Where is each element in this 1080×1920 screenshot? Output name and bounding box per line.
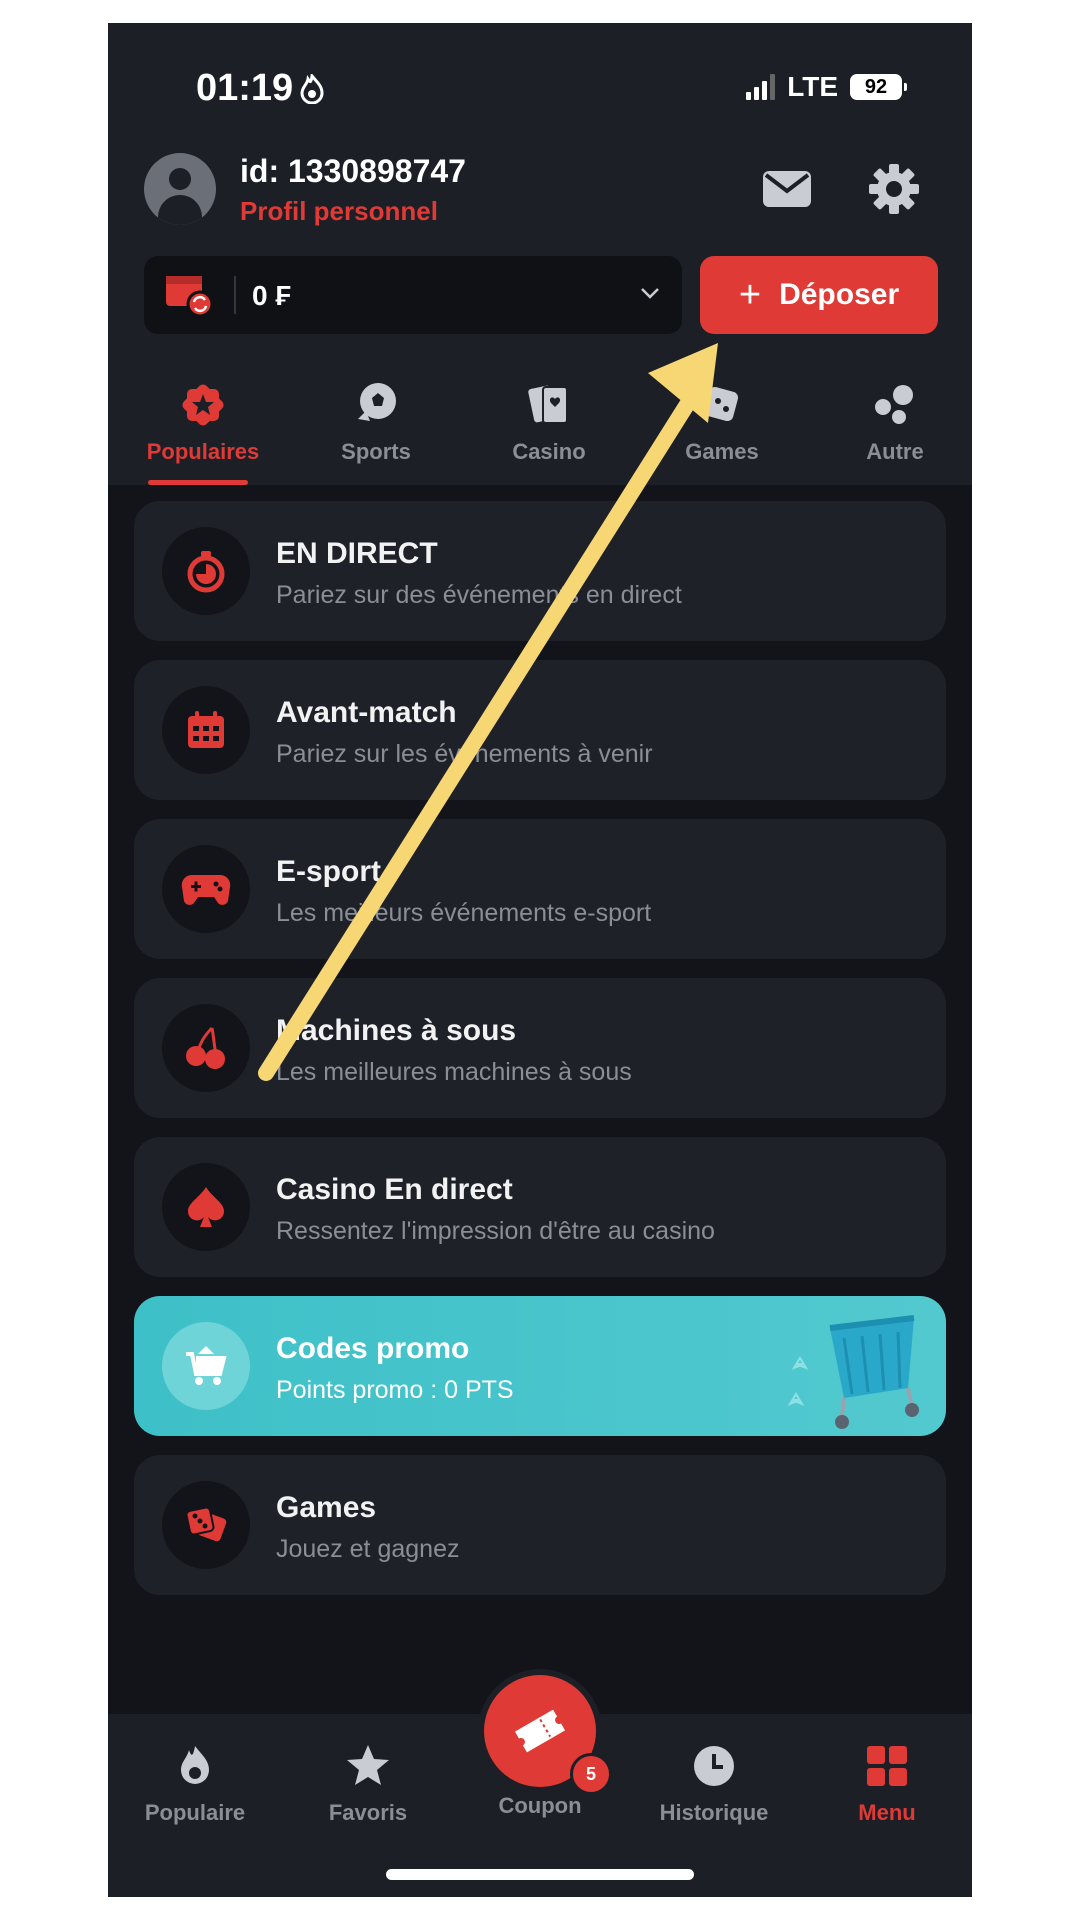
soccer-ball-icon xyxy=(358,383,396,421)
star-icon xyxy=(347,1745,389,1785)
cards-icon xyxy=(528,385,568,424)
balance-value: 0 ₣ xyxy=(252,280,291,311)
menu-item-title: EN DIRECT xyxy=(276,537,438,570)
tab-label: Casino xyxy=(512,439,586,464)
menu-item-title: Codes promo xyxy=(276,1332,470,1365)
menu-item-casino-en-direct[interactable]: Casino En direct Ressentez l'impression … xyxy=(134,1137,946,1277)
cart-icon xyxy=(186,1346,227,1385)
menu-item-title: Games xyxy=(276,1491,377,1524)
clock-icon xyxy=(694,1746,734,1786)
nav-favoris[interactable]: Favoris xyxy=(288,1742,448,1826)
status-time-text: 01:19 xyxy=(196,67,294,109)
nav-label: Populaire xyxy=(144,1800,246,1825)
signal-icon xyxy=(746,74,776,100)
user-id: id: 1330898747 xyxy=(240,153,466,189)
status-indicators: LTE 92 xyxy=(746,71,907,103)
menu-item-subtitle: Pariez sur les événements à venir xyxy=(276,740,653,768)
header-area: 01:19 LTE 92 id: 1330898747 Profil perso… xyxy=(108,23,972,485)
menu-item-codes-promo[interactable]: Codes promo Points promo : 0 PTS xyxy=(134,1296,946,1436)
nav-label: Coupon xyxy=(498,1793,582,1818)
menu-item-subtitle: Jouez et gagnez xyxy=(276,1535,460,1563)
menu-item-title: E-sport xyxy=(276,855,381,888)
phone-screen: 01:19 LTE 92 id: 1330898747 Profil perso… xyxy=(108,23,972,1897)
games-icon xyxy=(703,386,739,422)
nav-label: Historique xyxy=(659,1800,769,1825)
tab-autre[interactable]: Autre xyxy=(820,379,970,465)
tab-label: Populaires xyxy=(146,439,260,464)
ticket-icon xyxy=(514,1709,566,1753)
shopping-basket-icon xyxy=(787,1315,919,1429)
menu-item-title: Avant-match xyxy=(276,696,457,729)
tab-sports[interactable]: Sports xyxy=(301,379,451,465)
spade-icon xyxy=(187,1187,225,1227)
nav-populaire[interactable]: Populaire xyxy=(115,1742,275,1826)
menu-item-title: Casino En direct xyxy=(276,1173,513,1206)
battery-icon: 92 xyxy=(850,74,907,100)
tab-games[interactable]: Games xyxy=(647,379,797,465)
gear-icon[interactable] xyxy=(868,163,920,215)
active-tab-indicator xyxy=(148,480,248,485)
calendar-icon xyxy=(188,711,224,748)
menu-item-subtitle: Pariez sur des événements en direct xyxy=(276,581,682,609)
stopwatch-icon xyxy=(187,551,225,593)
deposit-button[interactable]: + Déposer xyxy=(700,256,938,334)
nav-menu[interactable]: Menu xyxy=(807,1742,967,1826)
tab-label: Games xyxy=(685,439,759,464)
profile-link[interactable]: Profil personnel xyxy=(240,196,438,227)
mail-icon[interactable] xyxy=(762,169,812,209)
chevron-down-icon[interactable] xyxy=(640,286,660,300)
wallet-icon xyxy=(166,276,214,318)
dice-icon xyxy=(185,1506,227,1542)
deposit-label: Déposer xyxy=(779,278,900,311)
home-indicator xyxy=(386,1869,694,1880)
menu-item-games[interactable]: Games Jouez et gagnez xyxy=(134,1455,946,1595)
plus-icon: + xyxy=(738,274,762,316)
menu-item-e-sport[interactable]: E-sport Les meilleurs événements e-sport xyxy=(134,819,946,959)
nav-label: Menu xyxy=(858,1800,916,1825)
tab-label: Sports xyxy=(341,439,411,464)
menu-item-title: Machines à sous xyxy=(276,1014,517,1047)
badge-star-icon xyxy=(182,384,224,426)
flame-icon xyxy=(181,1746,209,1784)
menu-item-subtitle: Ressentez l'impression d'être au casino xyxy=(276,1217,715,1245)
menu-item-subtitle: Points promo : 0 PTS xyxy=(276,1376,514,1404)
network-label: LTE xyxy=(787,71,838,102)
menu-item-subtitle: Les meilleurs événements e-sport xyxy=(276,899,652,927)
menu-item-subtitle: Les meilleures machines à sous xyxy=(276,1058,632,1086)
avatar[interactable] xyxy=(144,153,216,225)
grid-icon xyxy=(867,1746,907,1786)
tab-label: Autre xyxy=(866,439,924,464)
coupon-count-badge: 5 xyxy=(570,1753,612,1795)
balance-selector[interactable]: 0 ₣ xyxy=(144,256,682,334)
gamepad-icon xyxy=(181,874,231,905)
cherries-icon xyxy=(186,1026,225,1069)
nav-historique[interactable]: Historique xyxy=(634,1742,794,1826)
nav-label: Favoris xyxy=(328,1800,408,1825)
status-time: 01:19 xyxy=(196,67,325,110)
flame-status-icon xyxy=(300,73,324,104)
tab-populaires[interactable]: Populaires xyxy=(128,379,278,465)
menu-item-en-direct[interactable]: EN DIRECT Pariez sur des événements en d… xyxy=(134,501,946,641)
menu-item-machines-a-sous[interactable]: Machines à sous Les meilleures machines … xyxy=(134,978,946,1118)
dots-icon xyxy=(875,385,913,424)
menu-item-avant-match[interactable]: Avant-match Pariez sur les événements à … xyxy=(134,660,946,800)
tab-casino[interactable]: Casino xyxy=(474,379,624,465)
